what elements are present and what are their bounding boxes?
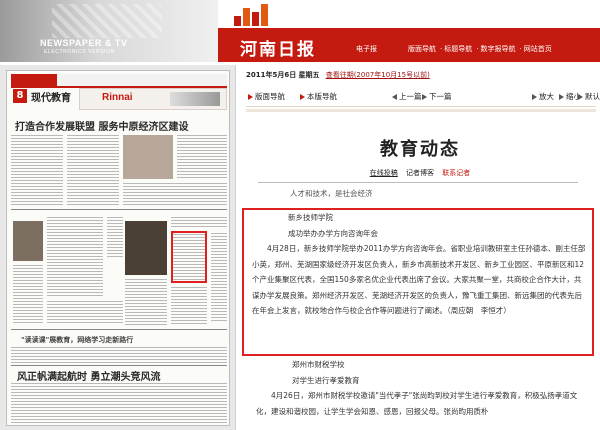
ad-product-image: [170, 92, 220, 106]
issue-date: 2011年5月6日: [246, 71, 297, 79]
page-sub-headline[interactable]: "读读课"展教育，网络学习走新路行: [21, 335, 133, 345]
article-paragraph: 4月26日，郑州市财税学校邀请"当代孝子"张尚昀到校对学生进行孝爱教育，积极弘扬…: [256, 391, 578, 416]
article-region[interactable]: [11, 347, 227, 363]
toolbar-separator: [246, 109, 596, 112]
selected-article-highlight[interactable]: [171, 231, 207, 283]
online-submit-link[interactable]: 在线投稿: [370, 169, 398, 177]
newspaper-subtitle: ELECTRONICS VERSION: [44, 49, 115, 55]
nav-home[interactable]: 网站首页: [524, 45, 552, 53]
article-region[interactable]: [107, 217, 123, 257]
article-paragraph: 4月28日，新乡技师学院举办2011办学方向咨询年会。省职业培训教研室主任孙德本…: [252, 244, 586, 315]
page-number: 8: [13, 89, 27, 103]
article-region[interactable]: [13, 265, 43, 325]
column-rule: [11, 209, 227, 210]
article-section-subheading: 对学生进行孝爱教育: [292, 375, 360, 385]
arrow-right-icon: [422, 94, 427, 100]
reader-toolbar: 版面导航 本版导航 上一篇 下一篇 放大 缩小 默认: [246, 87, 600, 107]
arrow-left-icon: [392, 94, 397, 100]
logo-emblem-icon: [234, 2, 268, 26]
article-photo[interactable]: [13, 221, 43, 261]
nav-separator: ·: [476, 45, 479, 53]
date-row: 2011年5月6日 星期五 查看往期(2007年10月15号以前): [246, 70, 586, 84]
page-headline[interactable]: 打造合作发展联盟 服务中原经济区建设: [15, 118, 188, 133]
article-region[interactable]: [47, 301, 123, 325]
article-region[interactable]: [11, 383, 227, 423]
arrow-right-icon: [559, 94, 564, 100]
article-body-top: 人才和技术，是社会经济: [256, 186, 586, 202]
article-region[interactable]: [11, 135, 63, 205]
page-thumbnail-panel: 8 现代教育 Rinnai 打造合作发展联盟 服务中原经济区建设 "读读课"展教…: [0, 65, 236, 430]
newspaper-title: NEWSPAPER & TV: [40, 38, 128, 48]
article-text-cut: 人才和技术，是社会经济: [290, 189, 373, 198]
article-region[interactable]: [171, 217, 227, 229]
page-nav-button[interactable]: 版面导航: [248, 91, 285, 102]
nav-separator: ·: [440, 45, 443, 53]
title-divider: [258, 182, 578, 183]
page-header-strip: [11, 74, 227, 88]
nav-page-nav[interactable]: 版面导航: [408, 45, 436, 53]
article-section-heading: 新乡技师学院: [288, 213, 333, 222]
issue-weekday: 星期五: [298, 71, 320, 79]
column-rule: [11, 329, 227, 330]
banner-nav: 版面导航 · 标题导航 · 数字报导航 · 网站首页: [408, 44, 554, 54]
article-photo[interactable]: [123, 135, 173, 179]
article-region[interactable]: [211, 233, 227, 323]
banner-decoration: [52, 4, 162, 38]
article-region[interactable]: [125, 279, 167, 325]
arrow-right-icon: [532, 94, 537, 100]
arrow-right-icon: [248, 94, 253, 100]
site-banner: NEWSPAPER & TV ELECTRONICS VERSION 河南日报 …: [0, 0, 600, 62]
next-article-button[interactable]: 下一篇: [422, 91, 452, 102]
reporter-blog-link[interactable]: 记者博客: [406, 169, 434, 177]
article-region[interactable]: [67, 135, 119, 205]
article-section-heading: 郑州市财税学校: [292, 360, 345, 369]
column-rule: [11, 365, 227, 366]
zoom-in-button[interactable]: 放大: [532, 91, 554, 102]
article-section-subheading: 成功举办办学方向咨询年会: [288, 228, 378, 238]
nav-digital-nav[interactable]: 数字报导航: [480, 45, 515, 53]
article-title: 教育动态: [380, 139, 460, 160]
article-region[interactable]: [177, 135, 227, 179]
article-region[interactable]: [171, 287, 207, 325]
page-bottom-headline[interactable]: 风正帆满起航时 勇立潮头竞风流: [17, 368, 160, 383]
nav-separator: ·: [519, 45, 522, 53]
prev-article-button[interactable]: 上一篇: [392, 91, 422, 102]
page-advertisement[interactable]: Rinnai: [79, 88, 227, 110]
page-section-name: 现代教育: [31, 93, 71, 104]
selected-article[interactable]: 新乡技师学院 成功举办办学方向咨询年会 4月28日，新乡技师学院举办2011办学…: [252, 210, 586, 319]
contact-reporter-link[interactable]: 联系记者: [442, 169, 470, 177]
nav-title-nav[interactable]: 标题导航: [444, 45, 472, 53]
this-page-nav-button[interactable]: 本版导航: [300, 91, 337, 102]
default-size-button[interactable]: 默认: [578, 91, 600, 102]
article-body-bottom: 郑州市财税学校 对学生进行孝爱教育 4月26日，郑州市财税学校邀请"当代孝子"张…: [256, 357, 586, 419]
banner-graphic: NEWSPAPER & TV ELECTRONICS VERSION: [0, 0, 218, 62]
page-thumbnail[interactable]: 8 现代教育 Rinnai 打造合作发展联盟 服务中原经济区建设 "读读课"展教…: [6, 70, 230, 426]
ad-brand: Rinnai: [102, 92, 133, 103]
brand-tag: 电子报: [356, 45, 377, 53]
arrow-right-icon: [578, 94, 583, 100]
brand-logo-text[interactable]: 河南日报: [240, 35, 316, 60]
article-photo[interactable]: [125, 221, 167, 275]
article-region[interactable]: [123, 183, 227, 205]
article-meta: 在线投稿 记者博客 联系记者: [240, 168, 600, 178]
article-region[interactable]: [47, 217, 103, 297]
history-link[interactable]: 查看往期(2007年10月15号以前): [326, 71, 430, 79]
arrow-right-icon: [300, 94, 305, 100]
